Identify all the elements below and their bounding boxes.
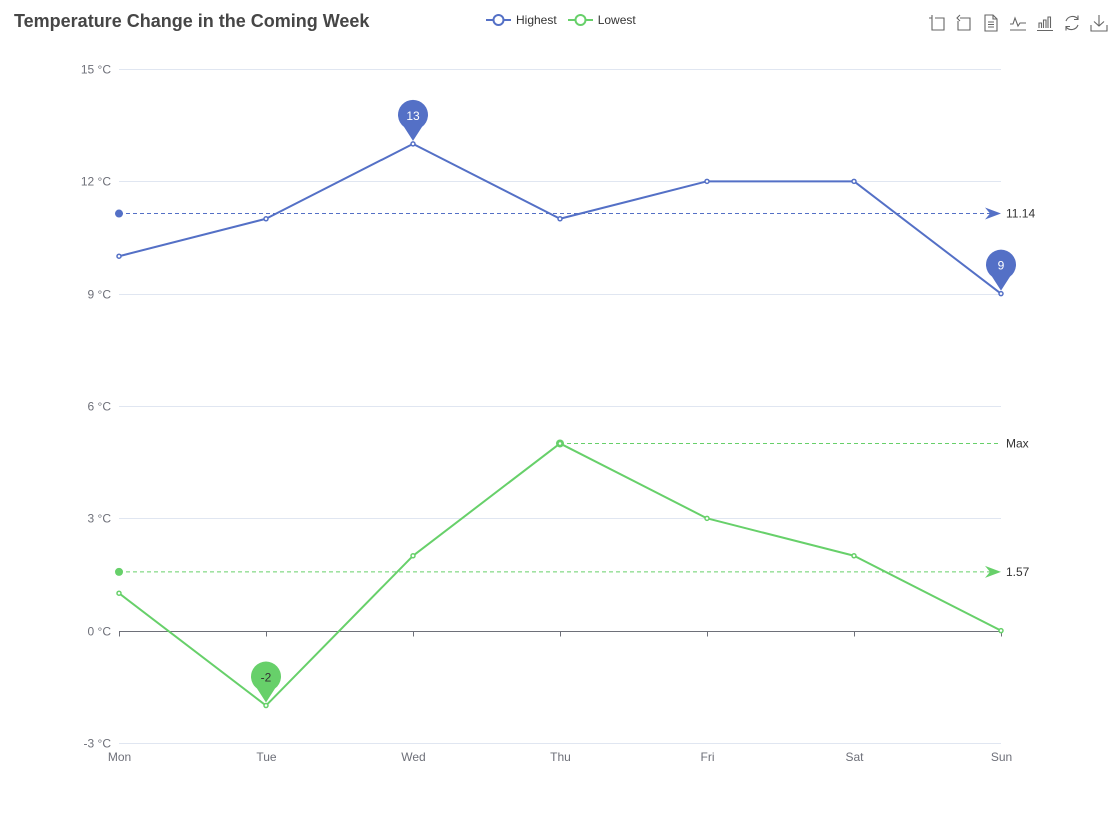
- mark-point-label: -2: [261, 671, 272, 685]
- data-point: [410, 141, 416, 147]
- y-tick-label: 0 °C: [88, 625, 112, 639]
- y-tick-label: 6 °C: [88, 400, 112, 414]
- data-point: [263, 216, 269, 222]
- series-line: [118, 442, 1002, 707]
- data-point: [998, 627, 1004, 634]
- mark-point-label: 9: [998, 259, 1005, 273]
- data-point: [116, 590, 122, 596]
- data-point: [704, 178, 710, 185]
- data-point: [998, 290, 1004, 297]
- x-tick-label: Tue: [256, 750, 277, 764]
- y-tick-label: 9 °C: [88, 288, 112, 302]
- mark-line-start-dot: [115, 209, 123, 218]
- mark-line-label: Max: [1006, 436, 1029, 450]
- x-tick-label: Fri: [701, 750, 715, 764]
- data-point: [557, 216, 563, 222]
- data-point: [851, 178, 857, 185]
- x-tick-label: Sun: [991, 750, 1012, 764]
- x-tick-label: Sat: [845, 750, 864, 764]
- data-point: [116, 253, 122, 259]
- y-tick-label: -3 °C: [84, 737, 112, 751]
- mark-line-label: 1.57: [1006, 565, 1030, 579]
- x-tick-label: Wed: [401, 750, 425, 764]
- x-tick-label: Thu: [550, 750, 571, 764]
- data-point: [851, 553, 857, 559]
- x-tick-label: Mon: [108, 750, 131, 764]
- series-highest: 11.14 13 9: [115, 99, 1035, 297]
- data-point: [410, 553, 416, 559]
- data-point: [557, 440, 563, 447]
- series-lowest: 1.57 Max -2: [115, 436, 1030, 709]
- data-point: [704, 515, 710, 522]
- y-tick-label: 12 °C: [81, 175, 111, 189]
- mark-line-label: 11.14: [1006, 207, 1035, 221]
- line-chart: -3 °C 0 °C 3 °C 6 °C 9 °C 12 °C 15 °C Mon Tue Wed…: [81, 63, 1036, 765]
- y-tick-label: 3 °C: [88, 512, 112, 526]
- data-point: [263, 702, 269, 709]
- mark-line-start-dot: [115, 567, 123, 576]
- mark-point-label: 13: [406, 109, 420, 123]
- y-tick-label: 15 °C: [81, 63, 111, 77]
